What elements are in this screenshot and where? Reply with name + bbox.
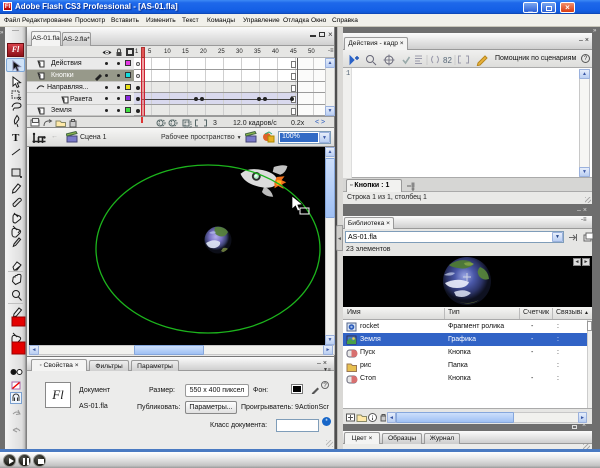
svg-text:T: T	[12, 132, 20, 144]
svg-text:82: 82	[443, 56, 452, 65]
